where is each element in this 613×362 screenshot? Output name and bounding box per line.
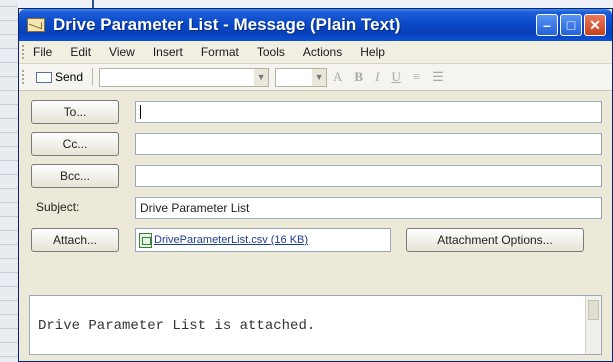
- italic-button[interactable]: I: [375, 69, 379, 85]
- send-button[interactable]: Send: [33, 70, 86, 84]
- menu-edit[interactable]: Edit: [70, 45, 91, 59]
- attachment-options-button[interactable]: Attachment Options...: [406, 228, 584, 252]
- to-field[interactable]: [135, 101, 602, 123]
- maximize-button[interactable]: □: [560, 14, 582, 36]
- window-title: Drive Parameter List - Message (Plain Te…: [53, 15, 401, 34]
- underline-button[interactable]: U: [391, 69, 400, 85]
- scrollbar-thumb[interactable]: [588, 300, 599, 320]
- minimize-icon: –: [543, 17, 551, 33]
- menu-bar: File Edit View Insert Format Tools Actio…: [19, 41, 612, 64]
- attachment-field[interactable]: DriveParameterList.csv (16 KB): [135, 228, 391, 252]
- envelope-icon: [27, 18, 45, 32]
- formatting-toolbar: Send ▼ ▼ A B I U ≡ ☰: [19, 64, 612, 91]
- menu-actions[interactable]: Actions: [303, 45, 342, 59]
- cc-button[interactable]: Cc...: [31, 132, 119, 156]
- message-body[interactable]: Drive Parameter List is attached.: [29, 295, 602, 355]
- text-caret: [140, 105, 141, 119]
- menu-grip-icon: [22, 45, 27, 59]
- chevron-down-icon: ▼: [254, 68, 269, 86]
- subject-row: Subject: Drive Parameter List: [19, 195, 612, 221]
- attach-button[interactable]: Attach...: [31, 228, 119, 252]
- menu-help[interactable]: Help: [360, 45, 385, 59]
- menu-view[interactable]: View: [109, 45, 135, 59]
- bullets-icon[interactable]: ☰: [432, 69, 444, 85]
- vertical-scrollbar[interactable]: [585, 296, 601, 354]
- attach-row: Attach... DriveParameterList.csv (16 KB)…: [19, 227, 612, 253]
- font-size-combo[interactable]: ▼: [275, 67, 328, 87]
- to-row: To...: [19, 99, 612, 125]
- message-window: Drive Parameter List - Message (Plain Te…: [18, 8, 613, 362]
- toolbar-grip-icon: [22, 70, 27, 84]
- close-button[interactable]: ✕: [584, 14, 606, 36]
- bcc-button[interactable]: Bcc...: [31, 164, 119, 188]
- bold-button[interactable]: B: [354, 69, 363, 85]
- header-form: To... Cc... Bcc... Subject: Drive Parame…: [19, 91, 612, 303]
- font-color-button[interactable]: A: [333, 69, 342, 85]
- message-body-text: Drive Parameter List is attached.: [38, 318, 316, 334]
- bcc-row: Bcc...: [19, 163, 612, 189]
- toolbar-separator: [92, 68, 94, 86]
- minimize-button[interactable]: –: [536, 14, 558, 36]
- send-label: Send: [55, 70, 84, 84]
- csv-file-icon: [139, 232, 152, 248]
- background-app-strip: [0, 0, 19, 362]
- menu-tools[interactable]: Tools: [257, 45, 285, 59]
- send-envelope-icon: [36, 71, 52, 83]
- menu-insert[interactable]: Insert: [153, 45, 183, 59]
- subject-label: Subject:: [36, 200, 80, 214]
- to-button[interactable]: To...: [31, 100, 119, 124]
- bcc-field[interactable]: [135, 165, 602, 187]
- subject-field[interactable]: Drive Parameter List: [135, 197, 602, 219]
- menu-format[interactable]: Format: [201, 45, 239, 59]
- align-icon[interactable]: ≡: [413, 69, 420, 85]
- title-bar[interactable]: Drive Parameter List - Message (Plain Te…: [19, 9, 612, 41]
- font-combo[interactable]: ▼: [99, 67, 270, 87]
- chevron-down-icon: ▼: [312, 68, 327, 86]
- cc-row: Cc...: [19, 131, 612, 157]
- maximize-icon: □: [566, 17, 576, 33]
- menu-file[interactable]: File: [33, 45, 52, 59]
- cc-field[interactable]: [135, 133, 602, 155]
- attachment-link[interactable]: DriveParameterList.csv (16 KB): [154, 234, 308, 246]
- close-icon: ✕: [589, 16, 601, 33]
